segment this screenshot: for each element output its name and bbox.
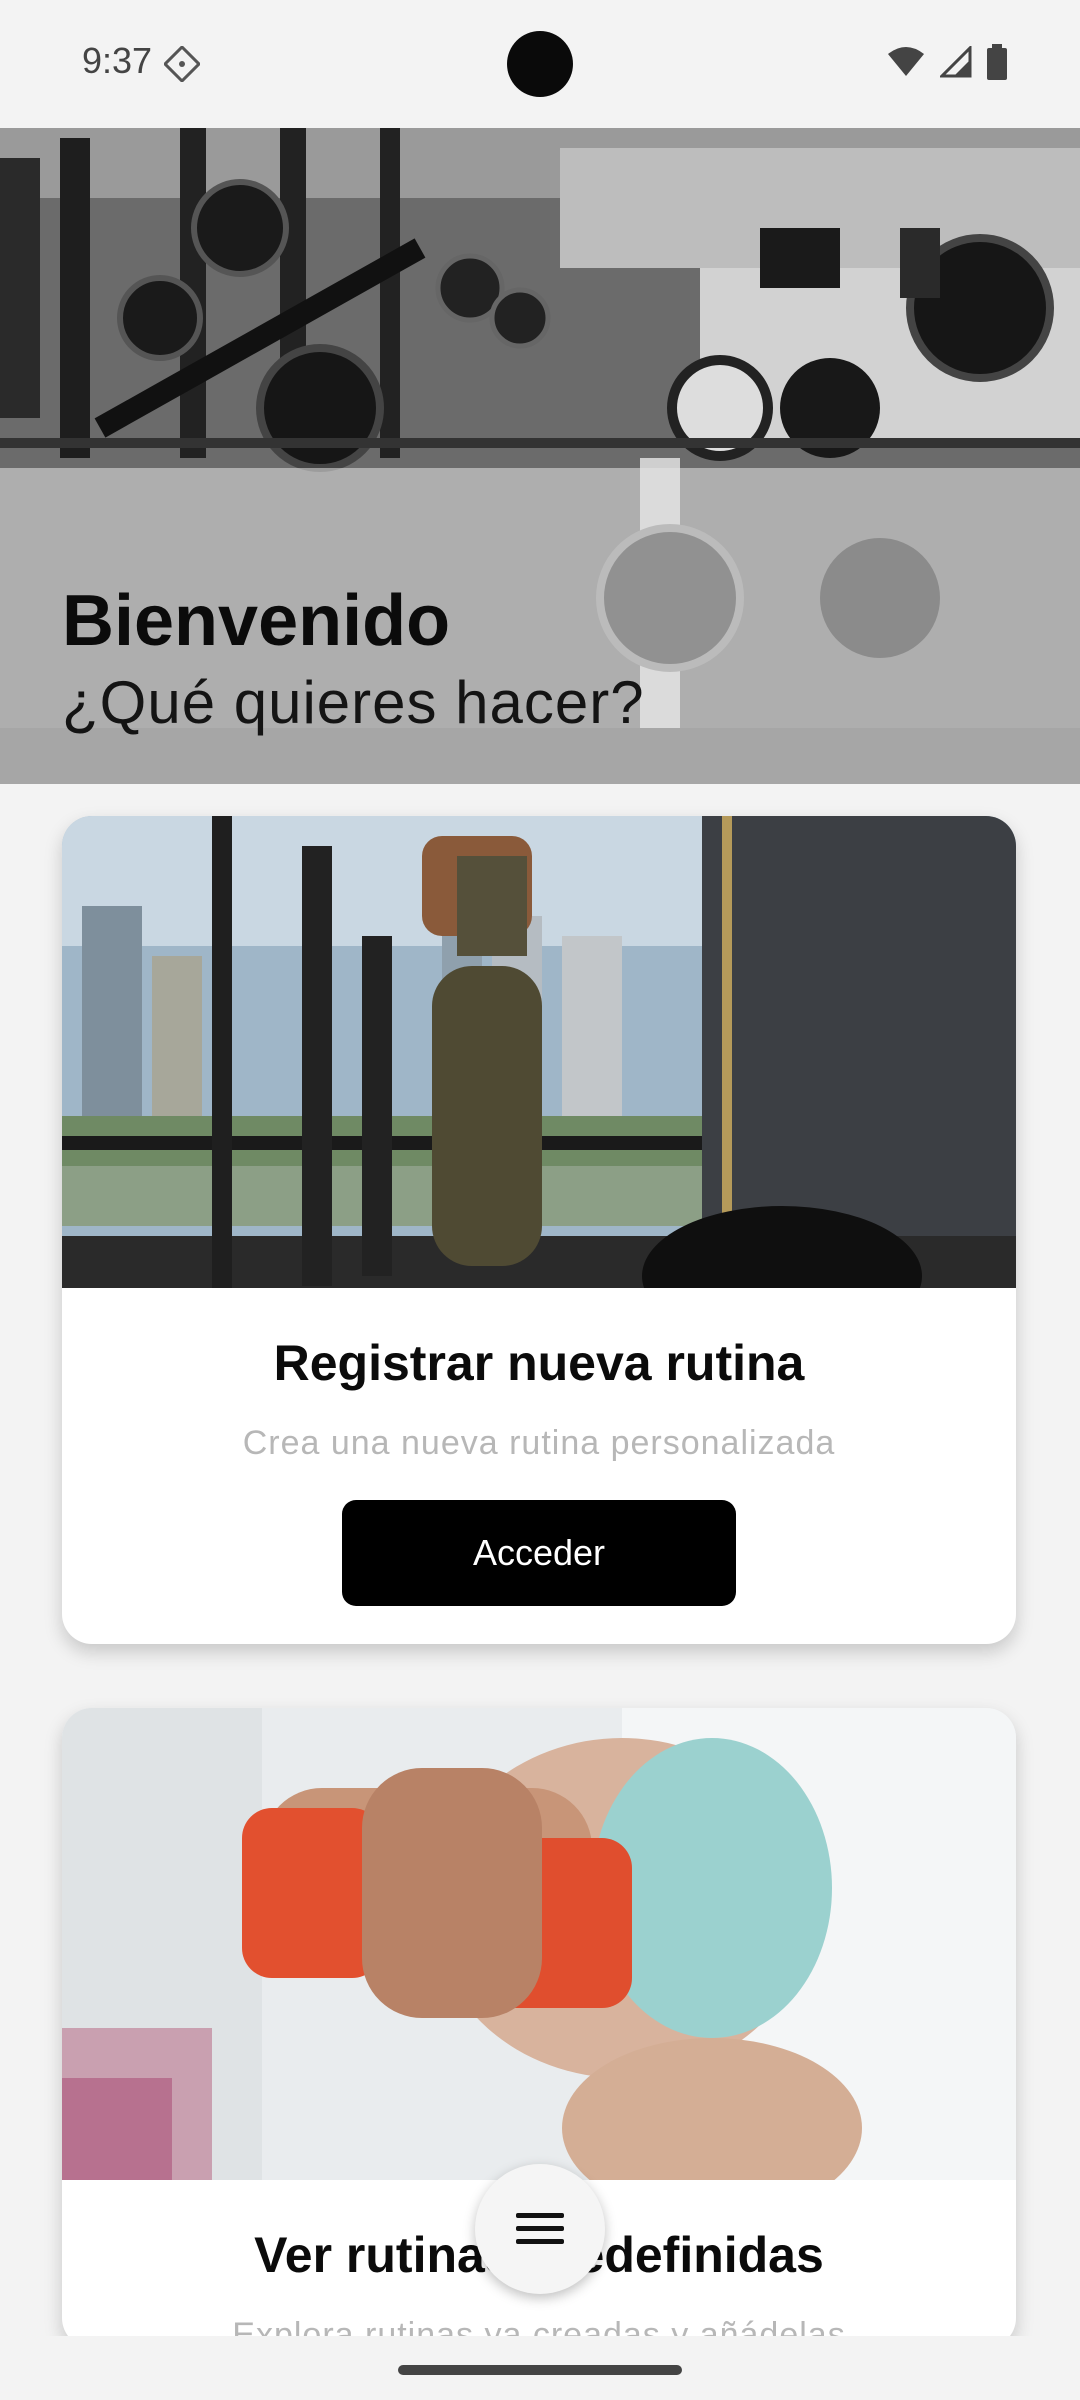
status-time: 9:37 — [82, 40, 153, 81]
card-image-dumbbell — [62, 1708, 1016, 2180]
battery-icon — [987, 44, 1007, 80]
card-description: Crea una nueva rutina personalizada — [242, 1424, 836, 1462]
card-title: Registrar nueva rutina — [273, 1335, 805, 1391]
signal-icon — [940, 46, 972, 78]
hero-banner: Bienvenido ¿Qué quieres hacer? — [0, 128, 1080, 784]
elliptical-workout-image — [62, 816, 1016, 1288]
menu-icon — [516, 2213, 564, 2244]
gesture-navigation-bar[interactable] — [398, 2365, 682, 2375]
app-notification-icon — [164, 46, 200, 82]
dumbbell-workout-image — [62, 1708, 1016, 2180]
menu-fab-button[interactable] — [475, 2164, 605, 2294]
camera-cutout — [507, 31, 573, 97]
access-button[interactable]: Acceder — [342, 1500, 736, 1606]
status-icons — [886, 44, 1008, 80]
page-title: Bienvenido — [62, 581, 451, 661]
card-register-routine: Registrar nueva rutina Crea una nueva ru… — [62, 816, 1016, 1644]
wifi-icon — [888, 47, 924, 76]
screen: 9:37 Bienvenido ¿Qué quieres hacer? Regi… — [0, 0, 1080, 2400]
card-image-elliptical — [62, 816, 1016, 1288]
status-bar: 9:37 — [0, 0, 1080, 128]
page-subtitle: ¿Qué quieres hacer? — [62, 669, 645, 736]
